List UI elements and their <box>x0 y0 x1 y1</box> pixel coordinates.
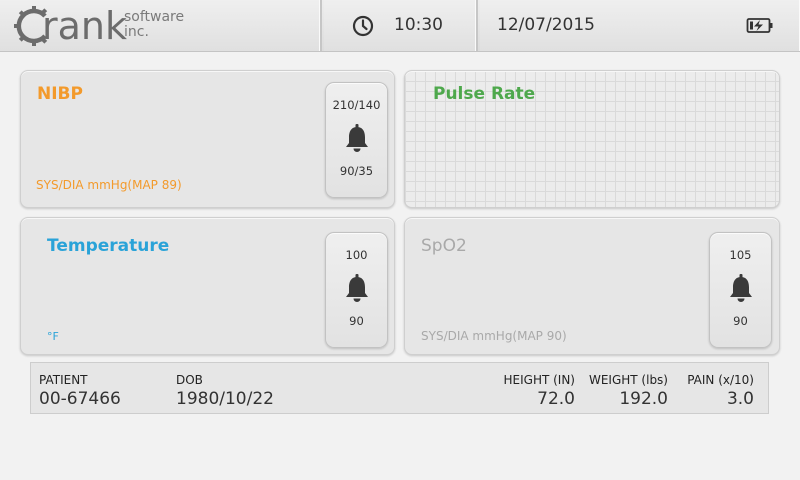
pulse-rate-card[interactable]: Pulse Rate <box>404 70 780 208</box>
temperature-alarm-button[interactable]: 100 90 <box>325 232 388 348</box>
nibp-alarm-high: 210/140 <box>332 98 381 112</box>
pulse-rate-title: Pulse Rate <box>433 84 536 104</box>
spo2-card[interactable]: SpO2 SYS/DIA mmHg(MAP 90) 105 90 <box>404 217 780 355</box>
clock-icon <box>352 15 374 37</box>
temperature-alarm-high: 100 <box>345 248 368 262</box>
spo2-unit: SYS/DIA mmHg(MAP 90) <box>421 329 567 343</box>
patient-info-bar: PATIENT 00-67466 DOB 1980/10/22 HEIGHT (… <box>30 362 769 414</box>
date-segment: 12/07/2015 <box>480 0 800 51</box>
spo2-title: SpO2 <box>421 236 467 256</box>
current-date: 12/07/2015 <box>497 15 595 35</box>
pain-label: PAIN (x/10) <box>687 373 754 387</box>
temperature-title: Temperature <box>47 236 170 256</box>
time-segment: 10:30 <box>324 0 478 51</box>
bell-icon <box>346 124 368 152</box>
dob-label: DOB <box>176 373 203 387</box>
header-bar: rank software inc. 10:30 12/07/2015 <box>0 0 800 52</box>
battery-charging-icon <box>746 18 773 33</box>
weight-field: WEIGHT (lbs) 192.0 <box>589 373 668 409</box>
height-value: 72.0 <box>537 389 575 409</box>
bell-icon <box>730 274 752 302</box>
height-label: HEIGHT (IN) <box>503 373 576 387</box>
logo-subtitle-line2: inc. <box>124 24 149 40</box>
dob-value: 1980/10/22 <box>176 389 274 409</box>
temperature-unit: °F <box>47 330 59 343</box>
nibp-alarm-low: 90/35 <box>339 164 374 178</box>
bell-icon <box>346 274 368 302</box>
logo-wordmark: rank <box>42 4 127 48</box>
temperature-card[interactable]: Temperature °F 100 90 <box>20 217 395 355</box>
patient-id-value: 00-67466 <box>39 389 121 409</box>
patient-id-field: PATIENT 00-67466 <box>39 373 121 409</box>
pain-field: PAIN (x/10) 3.0 <box>687 373 754 409</box>
spo2-alarm-low: 90 <box>733 314 748 328</box>
logo-segment: rank software inc. <box>0 0 322 51</box>
crank-logo: rank software inc. <box>14 2 214 48</box>
weight-label: WEIGHT (lbs) <box>588 373 668 387</box>
patient-id-label: PATIENT <box>39 373 88 387</box>
logo-subtitle-line1: software <box>124 9 185 25</box>
weight-value: 192.0 <box>619 389 668 409</box>
nibp-title: NIBP <box>37 84 83 104</box>
nibp-unit: SYS/DIA mmHg(MAP 89) <box>36 178 182 192</box>
temperature-alarm-low: 90 <box>349 314 364 328</box>
logo-subtitle: software inc. <box>124 10 184 40</box>
spo2-alarm-high: 105 <box>729 248 752 262</box>
pain-value: 3.0 <box>726 389 754 409</box>
height-field: HEIGHT (IN) 72.0 <box>504 373 576 409</box>
spo2-alarm-button[interactable]: 105 90 <box>709 232 772 348</box>
nibp-alarm-button[interactable]: 210/140 90/35 <box>325 82 388 198</box>
nibp-card[interactable]: NIBP SYS/DIA mmHg(MAP 89) 210/140 90/35 <box>20 70 395 208</box>
dob-field: DOB 1980/10/22 <box>176 373 274 409</box>
clock-time: 10:30 <box>394 15 443 35</box>
